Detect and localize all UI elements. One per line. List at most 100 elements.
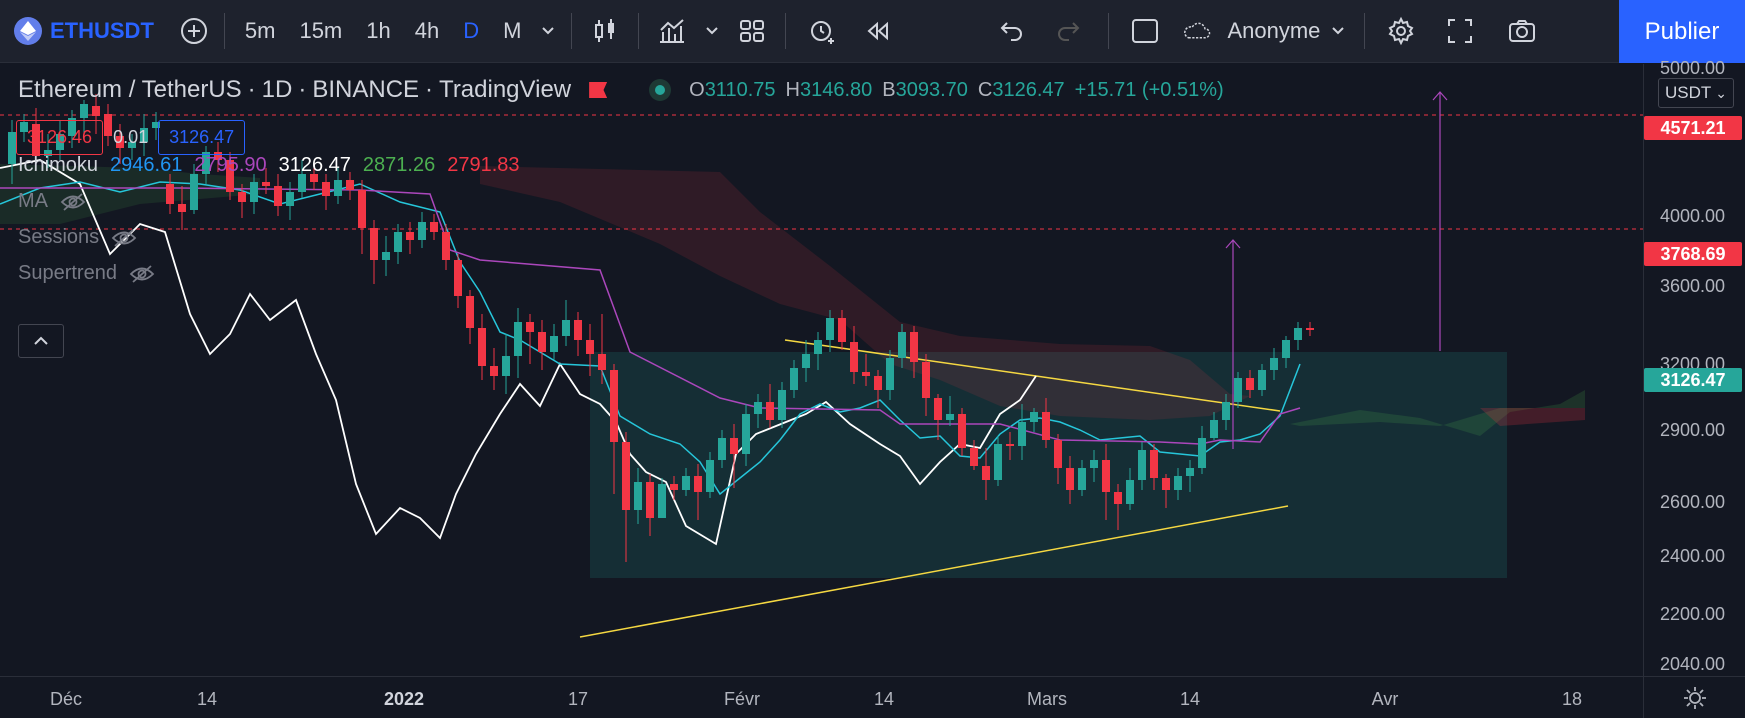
spread-value: 0.01: [113, 127, 149, 147]
alert-clock-icon[interactable]: [794, 0, 850, 63]
ohlc-values: O3110.75 H3146.80 B3093.70 C3126.47 +15.…: [689, 78, 1224, 101]
candle-body: [1018, 422, 1026, 446]
interval-1h[interactable]: 1h: [354, 0, 402, 63]
fullscreen-icon[interactable]: [1429, 0, 1491, 63]
settings-gear-icon[interactable]: [1373, 0, 1429, 63]
separator: [1364, 13, 1366, 49]
candle-body: [274, 186, 282, 206]
eye-off-icon[interactable]: [60, 192, 86, 212]
candle-body: [490, 366, 498, 376]
collapse-legend-button[interactable]: [18, 324, 64, 358]
candle-body: [1258, 370, 1266, 390]
price-axis[interactable]: USDT ⌄ 5000.00 4000.00 3600.00 3200.00 29…: [1643, 58, 1745, 676]
candle-body: [1030, 412, 1038, 422]
candle-body: [478, 328, 486, 366]
templates-grid-icon[interactable]: [727, 0, 777, 63]
indicators-icon[interactable]: [647, 0, 697, 63]
candle-body: [1066, 468, 1074, 490]
candle-body: [898, 332, 906, 358]
screenshot-camera-icon[interactable]: [1491, 0, 1553, 63]
candle-body: [754, 402, 762, 414]
interval-m[interactable]: M: [491, 0, 533, 63]
chevron-down-icon[interactable]: [1320, 0, 1356, 63]
sell-button[interactable]: 3126.46: [16, 120, 104, 155]
price-tag-3768[interactable]: 3768.69: [1644, 242, 1742, 266]
time-label: 14: [1179, 689, 1201, 709]
price-label: 4000.00: [1660, 206, 1726, 226]
indicator-supertrend[interactable]: Supertrend: [18, 262, 155, 285]
publish-button[interactable]: Publier: [1619, 0, 1745, 63]
buy-button[interactable]: 3126.47: [158, 120, 246, 155]
candle-body: [454, 260, 462, 296]
separator: [638, 13, 640, 49]
candle-body: [406, 232, 414, 240]
currency-select[interactable]: USDT ⌄: [1658, 78, 1734, 108]
candle-body: [994, 444, 1002, 480]
indicator-ichimoku[interactable]: Ichimoku 2946.61 2795.90 3126.47 2871.26…: [18, 154, 520, 177]
candles-type-icon[interactable]: [580, 0, 630, 63]
low-value: 3093.70: [895, 78, 968, 101]
legend-pair[interactable]: Ethereum / TetherUS: [18, 76, 242, 104]
candle-body: [466, 296, 474, 328]
indicator-sessions[interactable]: Sessions: [18, 226, 137, 249]
candle-body: [1234, 378, 1242, 402]
ethereum-logo-icon[interactable]: [14, 17, 42, 45]
interval-d[interactable]: D: [451, 0, 491, 63]
candle-body: [1198, 438, 1206, 468]
chart-pane[interactable]: Ethereum / TetherUS · 1D · BINANCE · Tra…: [0, 64, 1643, 676]
price-label: 2200.00: [1660, 604, 1726, 624]
candle-body: [718, 438, 726, 460]
candle-body: [190, 174, 198, 210]
replay-rewind-icon[interactable]: [850, 0, 906, 63]
candle-body: [862, 372, 870, 376]
eye-off-icon[interactable]: [111, 228, 137, 248]
candle-body: [562, 320, 570, 336]
candle-body: [682, 476, 690, 490]
sun-settings-icon: [1683, 686, 1706, 709]
candle-body: [166, 184, 174, 204]
chevron-down-icon[interactable]: [533, 0, 563, 63]
interval-4h[interactable]: 4h: [403, 0, 451, 63]
candle-body: [1294, 328, 1302, 340]
chevron-up-icon: [34, 336, 48, 345]
candle-body: [334, 180, 342, 196]
flag-icon[interactable]: [589, 82, 608, 98]
time-label: Mars: [1027, 689, 1067, 709]
candle-body: [346, 180, 354, 190]
candle-body: [1306, 328, 1314, 330]
interval-5m[interactable]: 5m: [233, 0, 288, 63]
legend-exchange: BINANCE: [312, 76, 420, 103]
candle-body: [946, 414, 954, 420]
target-arrow-2[interactable]: [1432, 91, 1448, 351]
axis-settings-corner[interactable]: [1643, 676, 1745, 718]
candle-body: [538, 332, 546, 352]
symbol-search-button[interactable]: ETHUSDT: [50, 18, 154, 44]
fullscreen-layout-square-icon[interactable]: [1117, 0, 1173, 63]
price-label: 2040.00: [1660, 654, 1726, 674]
price-label: 2400.00: [1660, 546, 1726, 566]
candle-body: [418, 222, 426, 240]
candle-body: [286, 192, 294, 206]
time-axis[interactable]: Déc 14 2022 17 Févr 14 Mars 14 Avr 18: [0, 676, 1643, 718]
eye-off-icon[interactable]: [129, 264, 155, 284]
redo-icon[interactable]: [1040, 0, 1100, 63]
candle-body: [814, 340, 822, 354]
price-label: 3600.00: [1660, 276, 1726, 296]
candle-body: [646, 482, 654, 518]
layout-name-button[interactable]: Anonyme: [1227, 18, 1320, 44]
time-label: 17: [567, 689, 589, 709]
time-label: Févr: [724, 689, 760, 709]
legend-source: TradingView: [439, 76, 572, 103]
cloud-icon[interactable]: [1173, 0, 1219, 63]
compare-add-icon[interactable]: [172, 0, 216, 63]
price-tag-4571[interactable]: 4571.21: [1644, 116, 1742, 140]
candle-body: [838, 318, 846, 342]
chevron-down-icon[interactable]: [697, 0, 727, 63]
interval-15m[interactable]: 15m: [287, 0, 354, 63]
candle-body: [610, 370, 618, 442]
price-tag-last[interactable]: 3126.47: [1644, 368, 1742, 392]
indicator-ma[interactable]: MA: [18, 190, 86, 213]
undo-icon[interactable]: [980, 0, 1040, 63]
candle-body: [1090, 460, 1098, 468]
time-label: 2022: [383, 689, 425, 709]
